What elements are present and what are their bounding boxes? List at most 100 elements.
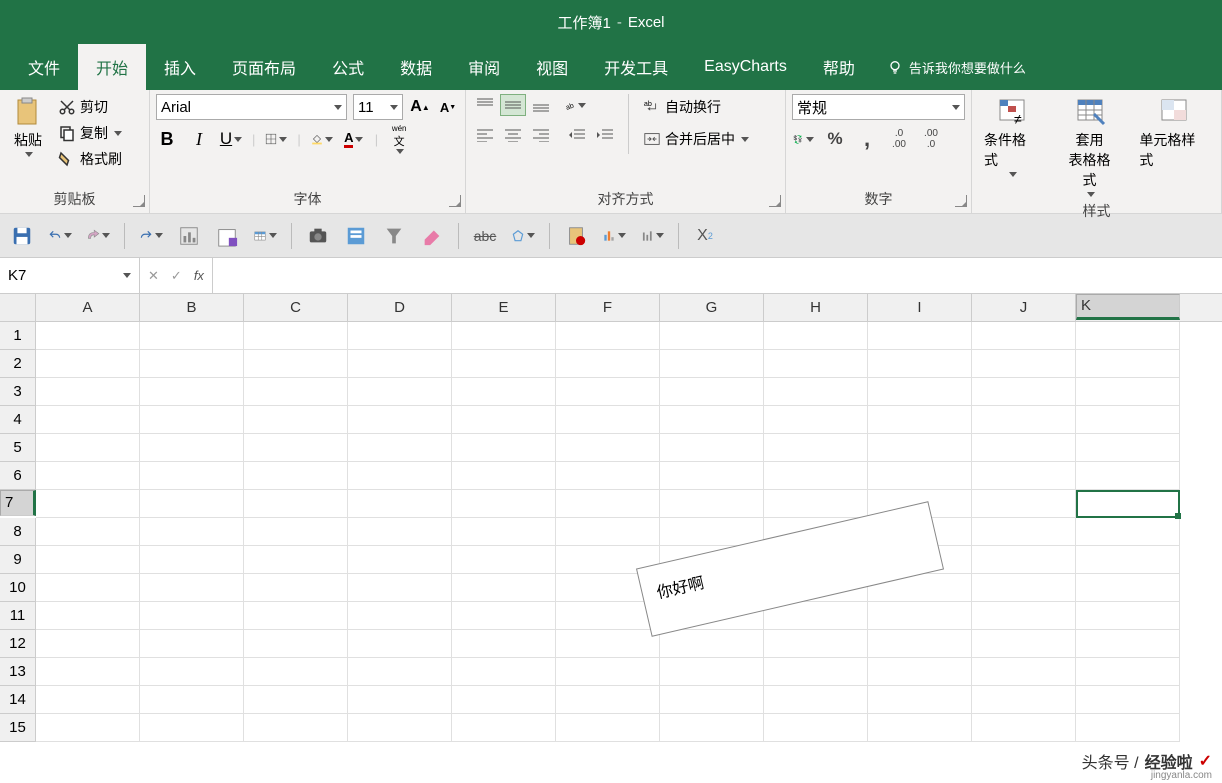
orientation-button[interactable]: ab <box>564 94 586 116</box>
cell-F12[interactable] <box>556 630 660 658</box>
cell-J7[interactable] <box>972 490 1076 518</box>
cell-E15[interactable] <box>452 714 556 742</box>
cell-K7[interactable] <box>1076 490 1180 518</box>
cell-K4[interactable] <box>1076 406 1180 434</box>
format-as-table-button[interactable]: 套用 表格格式 <box>1056 94 1124 199</box>
row-header-8[interactable]: 8 <box>0 518 36 546</box>
bar-chart-button[interactable] <box>602 224 626 248</box>
cell-J15[interactable] <box>972 714 1076 742</box>
cell-K15[interactable] <box>1076 714 1180 742</box>
cell-D4[interactable] <box>348 406 452 434</box>
col-header-F[interactable]: F <box>556 294 660 321</box>
increase-font-button[interactable]: A▲ <box>409 96 431 118</box>
cell-I14[interactable] <box>868 686 972 714</box>
cell-J12[interactable] <box>972 630 1076 658</box>
col-header-E[interactable]: E <box>452 294 556 321</box>
tab-view[interactable]: 视图 <box>518 44 586 90</box>
cell-H3[interactable] <box>764 378 868 406</box>
cell-styles-button[interactable]: 单元格样式 <box>1133 94 1215 172</box>
italic-button[interactable]: I <box>188 128 210 150</box>
cell-I3[interactable] <box>868 378 972 406</box>
chart-tool-button[interactable] <box>177 224 201 248</box>
col-header-D[interactable]: D <box>348 294 452 321</box>
cell-B13[interactable] <box>140 658 244 686</box>
cell-C6[interactable] <box>244 462 348 490</box>
cell-A12[interactable] <box>36 630 140 658</box>
row-header-1[interactable]: 1 <box>0 322 36 350</box>
formula-input[interactable] <box>213 258 1222 293</box>
table-button[interactable] <box>253 224 277 248</box>
cell-K11[interactable] <box>1076 602 1180 630</box>
align-top-button[interactable] <box>472 94 498 116</box>
copy-button[interactable]: 复制 <box>54 120 126 146</box>
cell-B4[interactable] <box>140 406 244 434</box>
cell-I13[interactable] <box>868 658 972 686</box>
cell-J10[interactable] <box>972 574 1076 602</box>
paste-button[interactable]: 粘贴 <box>6 94 50 159</box>
cell-F1[interactable] <box>556 322 660 350</box>
cell-D5[interactable] <box>348 434 452 462</box>
fill-color-button[interactable] <box>311 128 333 150</box>
cell-K5[interactable] <box>1076 434 1180 462</box>
cell-H1[interactable] <box>764 322 868 350</box>
enter-formula-button[interactable]: ✓ <box>171 268 182 284</box>
cell-E13[interactable] <box>452 658 556 686</box>
cell-K10[interactable] <box>1076 574 1180 602</box>
cell-F5[interactable] <box>556 434 660 462</box>
cell-J4[interactable] <box>972 406 1076 434</box>
cell-D3[interactable] <box>348 378 452 406</box>
align-middle-button[interactable] <box>500 94 526 116</box>
cell-C3[interactable] <box>244 378 348 406</box>
cell-A14[interactable] <box>36 686 140 714</box>
line-chart-button[interactable] <box>640 224 664 248</box>
comma-button[interactable]: , <box>856 128 878 150</box>
cell-A3[interactable] <box>36 378 140 406</box>
row-header-9[interactable]: 9 <box>0 546 36 574</box>
cell-C14[interactable] <box>244 686 348 714</box>
col-header-A[interactable]: A <box>36 294 140 321</box>
dialog-launcher-font[interactable] <box>449 195 461 207</box>
cell-I4[interactable] <box>868 406 972 434</box>
phonetic-button[interactable]: wén文 <box>388 128 410 150</box>
cell-B1[interactable] <box>140 322 244 350</box>
cell-C9[interactable] <box>244 546 348 574</box>
cell-A2[interactable] <box>36 350 140 378</box>
cell-B15[interactable] <box>140 714 244 742</box>
cell-D12[interactable] <box>348 630 452 658</box>
align-center-button[interactable] <box>500 124 526 146</box>
cell-C5[interactable] <box>244 434 348 462</box>
cell-F13[interactable] <box>556 658 660 686</box>
cell-G1[interactable] <box>660 322 764 350</box>
cell-E4[interactable] <box>452 406 556 434</box>
font-name-select[interactable]: Arial <box>156 94 347 120</box>
font-color-button[interactable]: A <box>343 128 365 150</box>
cell-K3[interactable] <box>1076 378 1180 406</box>
cell-K12[interactable] <box>1076 630 1180 658</box>
cell-F7[interactable] <box>556 490 660 518</box>
cell-H15[interactable] <box>764 714 868 742</box>
tab-formulas[interactable]: 公式 <box>314 44 382 90</box>
tab-file[interactable]: 文件 <box>10 44 78 90</box>
cell-A9[interactable] <box>36 546 140 574</box>
cell-J13[interactable] <box>972 658 1076 686</box>
row-header-10[interactable]: 10 <box>0 574 36 602</box>
eraser-button[interactable] <box>420 224 444 248</box>
cell-C8[interactable] <box>244 518 348 546</box>
tab-insert[interactable]: 插入 <box>146 44 214 90</box>
cell-A7[interactable] <box>36 490 140 518</box>
cell-J2[interactable] <box>972 350 1076 378</box>
name-box[interactable]: K7 <box>0 258 140 293</box>
merge-center-button[interactable]: 合并后居中 <box>639 126 753 152</box>
cell-A11[interactable] <box>36 602 140 630</box>
tab-developer[interactable]: 开发工具 <box>586 44 686 90</box>
decrease-decimal-button[interactable]: .00.0 <box>920 128 942 150</box>
cell-J11[interactable] <box>972 602 1076 630</box>
cell-H4[interactable] <box>764 406 868 434</box>
cell-C1[interactable] <box>244 322 348 350</box>
row-header-5[interactable]: 5 <box>0 434 36 462</box>
cell-F6[interactable] <box>556 462 660 490</box>
tab-data[interactable]: 数据 <box>382 44 450 90</box>
row-header-14[interactable]: 14 <box>0 686 36 714</box>
cell-B8[interactable] <box>140 518 244 546</box>
cell-B9[interactable] <box>140 546 244 574</box>
